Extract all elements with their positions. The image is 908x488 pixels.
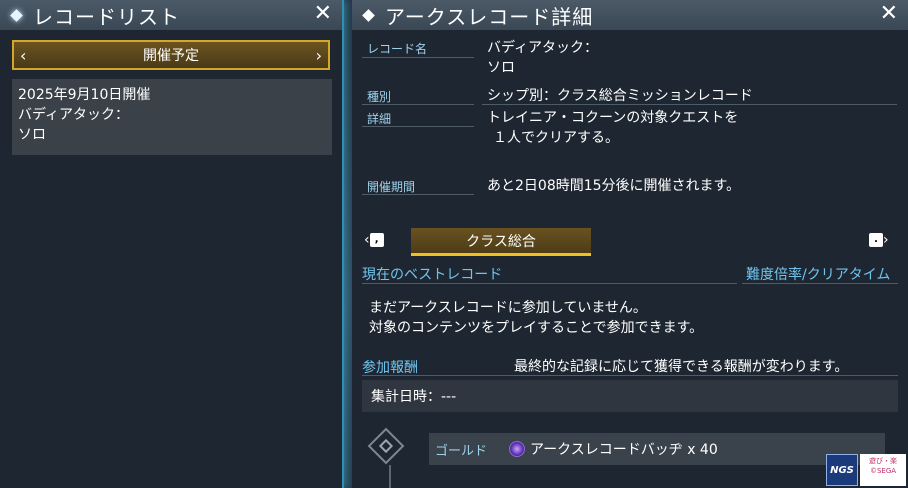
chevron-left-icon[interactable]: ‹ xyxy=(20,46,26,65)
record-list-item[interactable]: 2025年9月10日開催 バディアタック： ソロ xyxy=(12,79,332,155)
comma-key-icon: , xyxy=(369,233,384,247)
record-name-line1: バディアタック： xyxy=(18,107,130,123)
schedule-tab-selector[interactable]: ‹ 開催予定 › xyxy=(12,40,330,70)
diamond-icon xyxy=(10,8,23,22)
divider xyxy=(742,283,898,284)
divider xyxy=(362,104,474,105)
record-name-line2: ソロ xyxy=(487,60,515,76)
divider xyxy=(389,465,391,488)
detail-value: トレイニア・コクーンの対象クエストを １人でクリアする。 xyxy=(487,108,738,148)
detail-label: 詳細 xyxy=(367,112,392,126)
reward-item: アークスレコードバッヂ x 40 xyxy=(530,442,718,458)
chevron-left-icon: ‹ xyxy=(364,232,370,248)
corp-logo-line1: 遊び・楽 xyxy=(869,457,897,465)
close-icon[interactable]: ✕ xyxy=(314,3,332,25)
category-next-button[interactable]: . › xyxy=(869,232,889,248)
reward-row: ゴールド アークスレコードバッヂ x 40 xyxy=(429,433,885,465)
divider xyxy=(362,283,737,284)
type-value: シップ別：クラス総合ミッションレコード xyxy=(487,88,753,104)
reward-tier: ゴールド xyxy=(435,443,488,459)
badge-icon xyxy=(509,441,525,457)
ngs-logo: NGS xyxy=(826,454,858,486)
detail-line1: トレイニア・コクーンの対象クエストを xyxy=(487,110,739,126)
divider xyxy=(362,126,474,127)
divider xyxy=(362,57,474,58)
chevron-right-icon: › xyxy=(883,232,889,248)
rewards-note: 最終的な記録に応じて獲得できる報酬が変わります。 xyxy=(514,359,849,375)
period-label: 開催期間 xyxy=(367,180,416,194)
best-record-message: まだアークスレコードに参加していません。 対象のコンテンツをプレイすることで参加… xyxy=(369,298,703,338)
record-detail-panel: アークスレコード詳細 ✕ レコード名 バディアタック： ソロ 種別 シップ別：ク… xyxy=(352,0,908,488)
category-prev-button[interactable]: ‹ , xyxy=(364,232,384,248)
panel-title: レコードリスト xyxy=(33,4,180,29)
corp-logo-line2: ©SEGA xyxy=(869,467,897,475)
tally-date-bar: 集計日時：--- xyxy=(362,380,898,412)
diamond-icon xyxy=(362,8,375,22)
record-name-label: レコード名 xyxy=(367,42,428,56)
divider xyxy=(362,194,474,195)
rewards-heading: 参加報酬 xyxy=(362,360,418,376)
record-name-line1: バディアタック： xyxy=(487,40,599,56)
message-line2: 対象のコンテンツをプレイすることで参加できます。 xyxy=(369,320,704,336)
period-value: あと2日08時間15分後に開催されます。 xyxy=(487,178,741,194)
type-label: 種別 xyxy=(367,90,392,104)
record-name-value: バディアタック： ソロ xyxy=(487,38,598,78)
reward-tier-diamond-icon xyxy=(367,427,405,465)
panel-title: アークスレコード詳細 xyxy=(385,4,594,29)
record-list-title-bar: レコードリスト ✕ xyxy=(0,0,342,30)
tab-class-overall[interactable]: クラス総合 xyxy=(411,228,591,256)
corp-logo: 遊び・楽 ©SEGA xyxy=(860,454,906,486)
record-list-panel: レコードリスト ✕ ‹ 開催予定 › 2025年9月10日開催 バディアタック：… xyxy=(0,0,344,488)
record-detail-title-bar: アークスレコード詳細 ✕ xyxy=(352,0,908,30)
detail-line2: １人でクリアする。 xyxy=(493,130,619,146)
difficulty-cleartime-heading: 難度倍率/クリアタイム xyxy=(746,267,891,283)
record-date: 2025年9月10日開催 xyxy=(18,87,151,103)
close-icon[interactable]: ✕ xyxy=(880,3,898,25)
period-key-icon: . xyxy=(869,233,883,247)
best-record-heading: 現在のベストレコード xyxy=(362,267,503,283)
chevron-right-icon[interactable]: › xyxy=(316,46,322,65)
record-name-line2: ソロ xyxy=(18,127,46,143)
tab-label: 開催予定 xyxy=(143,48,199,64)
message-line1: まだアークスレコードに参加していません。 xyxy=(369,300,647,316)
